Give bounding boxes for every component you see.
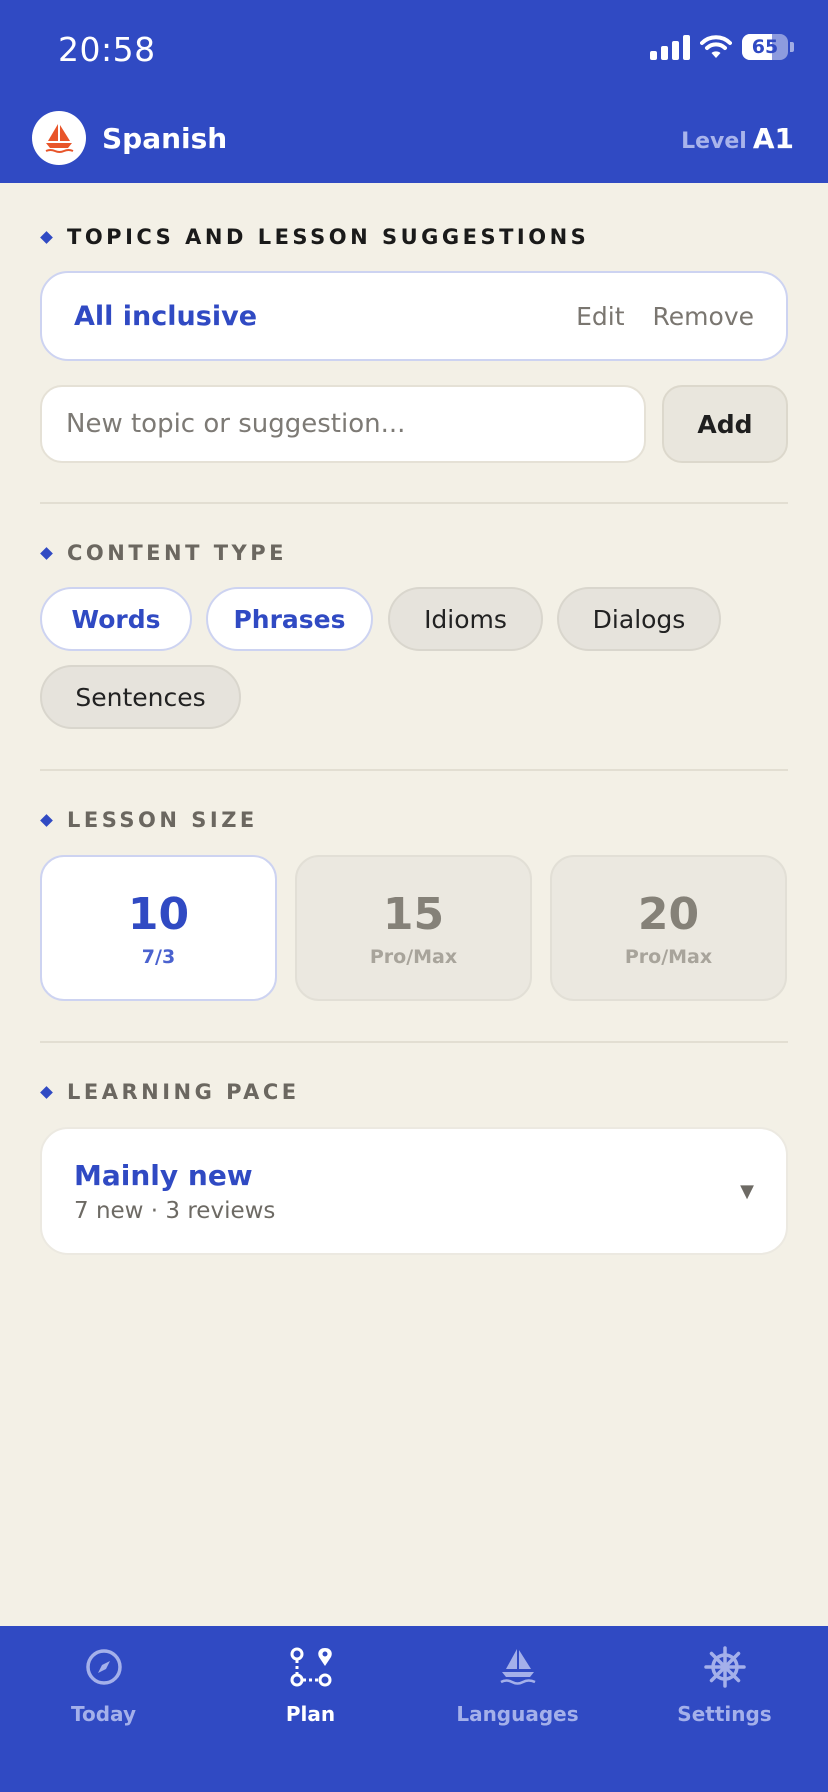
learning-pace-section-title: LEARNING PACE — [40, 1080, 300, 1104]
diamond-bullet-icon — [40, 546, 53, 560]
helm-icon — [703, 1644, 746, 1690]
lesson-size-section-title: LESSON SIZE — [40, 808, 258, 832]
diamond-bullet-icon — [40, 813, 53, 827]
status-icons: 65 — [650, 34, 794, 60]
lesson-size-value: 10 — [127, 888, 190, 940]
route-icon — [289, 1644, 333, 1690]
status-time: 20:58 — [58, 30, 156, 69]
wifi-icon — [700, 35, 732, 58]
level-indicator[interactable]: Level A1 — [681, 122, 794, 155]
add-topic-button[interactable]: Add — [662, 385, 788, 463]
topics-title: TOPICS AND LESSON SUGGESTIONS — [67, 225, 590, 249]
chip-idioms[interactable]: Idioms — [388, 587, 543, 651]
tab-plan[interactable]: Plan — [207, 1644, 414, 1734]
lesson-size-title: LESSON SIZE — [67, 808, 258, 832]
chip-sentences[interactable]: Sentences — [40, 665, 241, 729]
diamond-bullet-icon — [40, 230, 53, 244]
lesson-size-option[interactable]: 10 7/3 — [40, 855, 277, 1001]
battery-tip — [790, 42, 794, 52]
tab-label: Settings — [677, 1702, 772, 1726]
pace-detail: 7 new · 3 reviews — [74, 1197, 276, 1224]
sailboat-icon — [498, 1644, 538, 1690]
chip-dialogs[interactable]: Dialogs — [557, 587, 721, 651]
tab-today[interactable]: Today — [0, 1644, 207, 1734]
language-row: Spanish Level A1 — [32, 111, 794, 165]
compass-icon — [84, 1644, 124, 1690]
pro-max-badge: Pro/Max — [369, 945, 458, 968]
learning-pace-title: LEARNING PACE — [67, 1080, 300, 1104]
edit-topic-button[interactable]: Edit — [576, 302, 624, 331]
new-topic-input[interactable] — [40, 385, 646, 463]
tab-label: Plan — [285, 1702, 336, 1726]
tab-languages[interactable]: Languages — [414, 1644, 621, 1734]
lesson-size-value: 15 — [382, 888, 445, 940]
level-label: Level — [681, 128, 747, 154]
lesson-size-option[interactable]: 15 Pro/Max — [295, 855, 532, 1001]
remove-topic-button[interactable]: Remove — [653, 302, 754, 331]
pace-text: Mainly new 7 new · 3 reviews — [74, 1159, 275, 1224]
pace-selected: Mainly new — [74, 1158, 253, 1192]
divider — [40, 1041, 788, 1043]
chip-words[interactable]: Words — [40, 587, 192, 651]
sailboat-logo-icon[interactable] — [32, 111, 86, 165]
language-name[interactable]: Spanish — [102, 122, 227, 155]
app-header: 20:58 65 Spanish Level A1 — [0, 0, 828, 183]
signal-icon — [650, 34, 690, 60]
lesson-size-value: 20 — [637, 888, 700, 940]
topic-item[interactable]: All inclusive Edit Remove — [40, 271, 788, 361]
divider — [40, 769, 788, 771]
topic-actions: Edit Remove — [576, 302, 754, 331]
level-value: A1 — [752, 121, 794, 155]
tab-settings[interactable]: Settings — [621, 1644, 828, 1734]
bottom-tab-bar: Today Plan Languages Settings — [0, 1626, 828, 1792]
topics-section-title: TOPICS AND LESSON SUGGESTIONS — [40, 225, 589, 249]
divider — [40, 502, 788, 504]
topic-name: All inclusive — [74, 300, 258, 332]
battery-icon: 65 — [742, 34, 788, 60]
content-type-title: CONTENT TYPE — [67, 541, 287, 565]
tab-label: Today — [71, 1702, 136, 1726]
battery-level: 65 — [751, 36, 779, 58]
pro-max-badge: Pro/Max — [624, 945, 713, 968]
caret-down-icon: ▼ — [740, 1180, 754, 1202]
content-type-section-title: CONTENT TYPE — [40, 541, 287, 565]
lesson-size-option[interactable]: 20 Pro/Max — [550, 855, 787, 1001]
tab-label: Languages — [456, 1702, 579, 1726]
chip-phrases[interactable]: Phrases — [206, 587, 373, 651]
diamond-bullet-icon — [40, 1085, 53, 1099]
learning-pace-dropdown[interactable]: Mainly new 7 new · 3 reviews ▼ — [40, 1127, 788, 1255]
lesson-size-ratio: 7/3 — [141, 945, 176, 968]
